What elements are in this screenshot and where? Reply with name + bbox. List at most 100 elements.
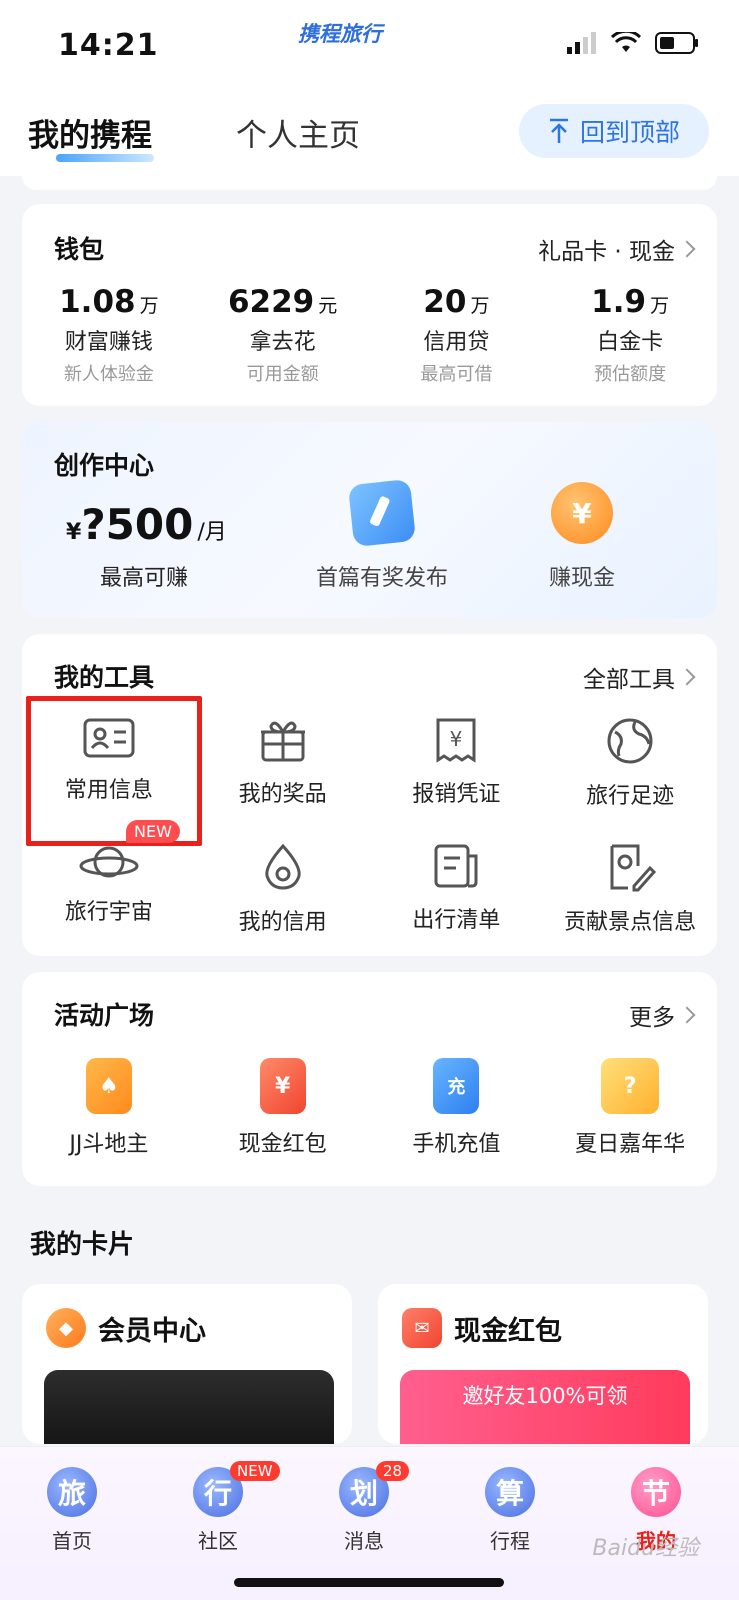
creator-title: 创作中心 xyxy=(54,451,155,480)
activity-phone-topup[interactable]: 充 手机充值 xyxy=(370,1058,544,1158)
pen-icon xyxy=(347,478,417,548)
earn-cash-button[interactable]: ¥ 赚现金 xyxy=(492,482,672,592)
creator-center-card[interactable]: 创作中心 ¥?500/月 最高可赚 首篇有奖发布 ¥ 赚现金 xyxy=(22,422,717,618)
tab-label: 行程 xyxy=(490,1529,530,1553)
back-to-top-label: 回到顶部 xyxy=(579,118,680,147)
wallet-unit: 万 xyxy=(139,295,159,317)
watermark: Baidu经验 xyxy=(592,1536,699,1561)
yuan-coin-icon: ¥ xyxy=(551,482,613,544)
arrow-up-icon xyxy=(549,118,568,143)
chevron-right-icon xyxy=(678,1006,696,1024)
back-to-top-button[interactable]: 回到顶部 xyxy=(519,104,709,158)
earn-subtitle: 最高可赚 xyxy=(100,566,189,591)
tab-profile[interactable]: 个人主页 xyxy=(236,110,360,155)
battery-icon xyxy=(655,32,698,54)
wallet-card: 钱包 礼品卡 · 现金 1.08 万 财富赚钱 新人体验金 6229 元 拿去花 可… xyxy=(22,204,717,406)
wallet-sub: 最高可借 xyxy=(420,364,493,385)
wallet-unit: 元 xyxy=(318,295,338,317)
wallet-item-nqh[interactable]: 6229 元 拿去花 可用金额 xyxy=(196,284,370,386)
activity-summer-carnival[interactable]: ? 夏日嘉年华 xyxy=(543,1058,717,1158)
wallet-link-label: 礼品卡 · 现金 xyxy=(538,239,675,265)
spade-icon: ♠ xyxy=(85,1058,132,1114)
earn-period: /月 xyxy=(197,520,227,545)
diamond-icon: ◆ xyxy=(46,1308,86,1348)
tab-home[interactable]: 旅 首页 xyxy=(22,1467,122,1554)
tool-travel-universe[interactable]: 旅行宇宙 xyxy=(22,842,196,936)
wallet-label: 拿去花 xyxy=(249,330,316,355)
drop-icon xyxy=(264,843,301,890)
all-tools-link[interactable]: 全部工具 xyxy=(583,660,696,694)
page-header: 我的携程 个人主页 回到顶部 xyxy=(0,92,739,176)
tool-trip-checklist[interactable]: 出行清单 xyxy=(370,842,544,936)
tab-messages[interactable]: 划 28 消息 xyxy=(314,1461,414,1554)
tab-label: 社区 xyxy=(198,1529,238,1553)
red-packet-icon: ¥ xyxy=(259,1058,306,1114)
chevron-right-icon xyxy=(678,240,696,258)
activity-cash-red-packet[interactable]: ¥ 现金红包 xyxy=(196,1058,370,1158)
brand-logo: 携程旅行 xyxy=(298,18,382,48)
activity-label: 现金红包 xyxy=(238,1132,327,1157)
tool-label: 出行清单 xyxy=(412,908,501,933)
tab-label: 首页 xyxy=(52,1529,92,1553)
tab-badge: 28 xyxy=(376,1461,410,1481)
cash-red-packet-card[interactable]: ✉ 现金红包 邀好友100%可领 xyxy=(378,1284,708,1444)
activity-more-link[interactable]: 更多 xyxy=(629,998,696,1032)
new-badge: NEW xyxy=(126,820,180,843)
tab-label: 消息 xyxy=(344,1529,384,1553)
tool-reimbursement[interactable]: ¥ 报销凭证 xyxy=(370,716,544,810)
tool-label: 我的奖品 xyxy=(238,782,327,807)
wallet-value: 6229 xyxy=(227,284,315,320)
status-bar: 14:21 携程旅行 xyxy=(0,0,739,92)
red-packet-icon: ✉ xyxy=(402,1308,442,1348)
wallet-items: 1.08 万 财富赚钱 新人体验金 6229 元 拿去花 可用金额 20 万 信用贷 … xyxy=(22,284,717,386)
map-edit-icon xyxy=(610,844,657,892)
cash-red-packet-label: 现金红包 xyxy=(454,1315,562,1347)
wallet-item-loan[interactable]: 20 万 信用贷 最高可借 xyxy=(370,284,544,386)
wallet-item-wealth[interactable]: 1.08 万 财富赚钱 新人体验金 xyxy=(22,284,196,386)
first-post-reward-button[interactable]: 首篇有奖发布 xyxy=(292,478,472,592)
signal-icon xyxy=(567,32,596,54)
member-center-header: ◆ 会员中心 xyxy=(46,1308,206,1348)
card-question-icon: ? xyxy=(601,1058,660,1114)
member-center-label: 会员中心 xyxy=(98,1315,206,1347)
activity-jj-landlord[interactable]: ♠ JJ斗地主 xyxy=(22,1058,196,1158)
earn-cash-label: 赚现金 xyxy=(548,566,615,591)
activity-square-card: 活动广场 更多 ♠ JJ斗地主 ¥ 现金红包 充 手机充值 ? 夏日嘉年华 xyxy=(22,972,717,1186)
tab-itinerary[interactable]: 算 行程 xyxy=(460,1467,560,1554)
earn-value: ?500 xyxy=(81,500,194,549)
earn-amount: ¥?500/月 xyxy=(66,500,227,549)
wallet-value: 1.9 xyxy=(591,284,647,320)
wallet-value: 1.08 xyxy=(59,284,136,320)
tool-label: 旅行宇宙 xyxy=(64,900,153,925)
wallet-gift-card-link[interactable]: 礼品卡 · 现金 xyxy=(538,232,696,266)
tool-travel-footprint[interactable]: 旅行足迹 xyxy=(543,716,717,810)
tool-my-prizes[interactable]: 我的奖品 xyxy=(196,716,370,810)
tool-my-credit[interactable]: 我的信用 xyxy=(196,842,370,936)
my-cards-title: 我的卡片 xyxy=(30,1230,135,1260)
more-label: 更多 xyxy=(629,1005,675,1031)
first-post-label: 首篇有奖发布 xyxy=(315,566,448,591)
tab-community[interactable]: 行 NEW 社区 xyxy=(168,1461,280,1554)
tab-badge: NEW xyxy=(230,1461,280,1481)
wallet-sub: 新人体验金 xyxy=(63,364,154,385)
wallet-label: 信用贷 xyxy=(423,330,490,355)
activity-label: 手机充值 xyxy=(412,1132,501,1157)
member-banner xyxy=(44,1370,334,1444)
checklist-icon xyxy=(434,844,478,888)
tools-row: 旅行宇宙 我的信用 出行清单 贡献景点信息 xyxy=(22,842,717,936)
brand-text: 携程旅行 xyxy=(298,22,382,46)
activity-label: JJ斗地主 xyxy=(69,1132,149,1157)
globe-icon xyxy=(607,718,653,764)
member-center-card[interactable]: ◆ 会员中心 xyxy=(22,1284,352,1444)
tool-label: 报销凭证 xyxy=(412,782,501,807)
invite-banner: 邀好友100%可领 xyxy=(400,1370,690,1444)
home-indicator xyxy=(234,1578,504,1587)
earn-currency: ¥ xyxy=(66,520,82,545)
wallet-unit: 万 xyxy=(650,295,670,317)
tab-my-ctrip[interactable]: 我的携程 xyxy=(28,110,152,155)
wifi-icon xyxy=(611,32,641,52)
wallet-item-platinum[interactable]: 1.9 万 白金卡 预估额度 xyxy=(543,284,717,386)
all-tools-label: 全部工具 xyxy=(583,667,675,693)
tools-title: 我的工具 xyxy=(54,663,155,692)
tool-contribute-poi[interactable]: 贡献景点信息 xyxy=(543,842,717,936)
